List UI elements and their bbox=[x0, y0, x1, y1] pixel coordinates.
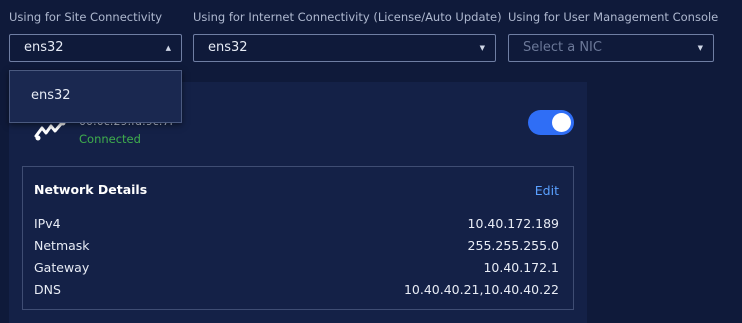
caret-up-icon: ▲ bbox=[165, 44, 171, 52]
detail-row-dns: DNS 10.40.40.21,10.40.40.22 bbox=[34, 282, 559, 300]
connection-status: Connected bbox=[79, 132, 141, 146]
user-management-console-select[interactable]: Select a NIC ▼ bbox=[508, 34, 714, 62]
detail-value: 10.40.172.1 bbox=[483, 260, 559, 275]
detail-key: DNS bbox=[34, 282, 61, 297]
user-management-console-label: Using for User Management Console bbox=[508, 10, 719, 24]
detail-row-gateway: Gateway 10.40.172.1 bbox=[34, 260, 559, 278]
site-connectivity-label: Using for Site Connectivity bbox=[9, 10, 163, 24]
dropdown-option-ens32[interactable]: ens32 bbox=[31, 88, 71, 103]
detail-row-netmask: Netmask 255.255.255.0 bbox=[34, 238, 559, 256]
internet-connectivity-value: ens32 bbox=[208, 40, 248, 55]
site-connectivity-dropdown-menu: ens32 bbox=[9, 70, 182, 123]
internet-connectivity-label: Using for Internet Connectivity (License… bbox=[193, 10, 502, 24]
nic-enable-toggle[interactable] bbox=[528, 110, 574, 135]
site-connectivity-select[interactable]: ens32 ▲ bbox=[9, 34, 182, 62]
detail-key: IPv4 bbox=[34, 216, 61, 231]
edit-network-details-link[interactable]: Edit bbox=[535, 183, 559, 198]
toggle-knob bbox=[552, 113, 571, 132]
detail-row-ipv4: IPv4 10.40.172.189 bbox=[34, 216, 559, 234]
detail-key: Netmask bbox=[34, 238, 90, 253]
user-management-console-placeholder: Select a NIC bbox=[523, 40, 602, 55]
caret-down-icon: ▼ bbox=[479, 44, 485, 52]
detail-value: 10.40.172.189 bbox=[467, 216, 559, 231]
network-details-title: Network Details bbox=[34, 182, 148, 197]
internet-connectivity-select[interactable]: ens32 ▼ bbox=[193, 34, 496, 62]
detail-value: 255.255.255.0 bbox=[467, 238, 559, 253]
detail-key: Gateway bbox=[34, 260, 90, 275]
detail-value: 10.40.40.21,10.40.40.22 bbox=[403, 282, 559, 297]
network-details-panel: Network Details Edit IPv4 10.40.172.189 … bbox=[22, 166, 574, 310]
site-connectivity-value: ens32 bbox=[24, 40, 64, 55]
caret-down-icon: ▼ bbox=[697, 44, 703, 52]
